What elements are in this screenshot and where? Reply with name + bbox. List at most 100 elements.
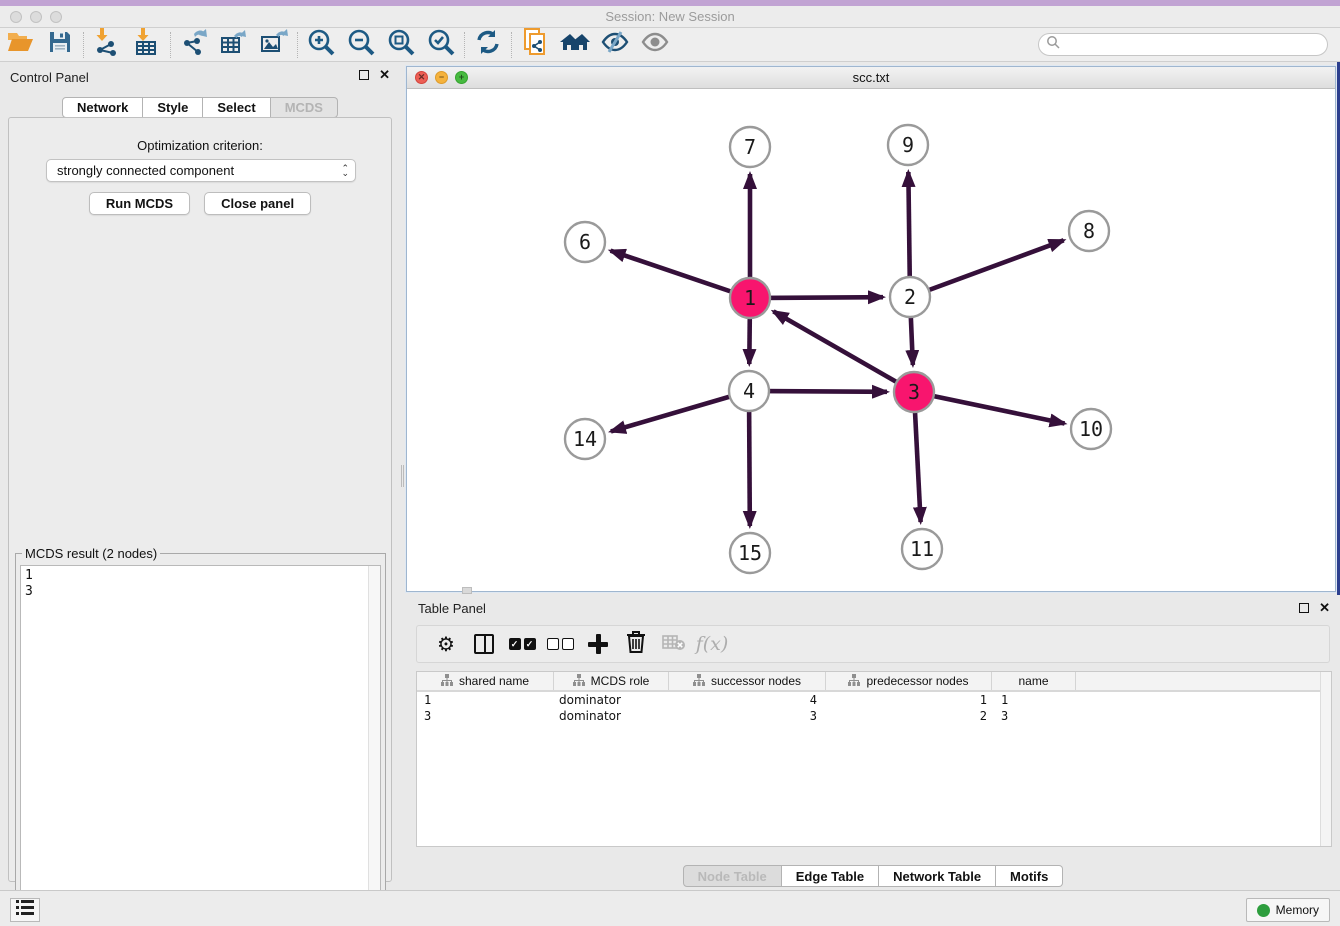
table-cell: 1 <box>417 692 554 708</box>
table-panel: Table Panel ✕ ⚙ ✓✓ f(x) shared nameMCDS … <box>406 595 1340 890</box>
plus-icon <box>588 634 608 654</box>
svg-text:11: 11 <box>910 537 934 561</box>
network-canvas[interactable]: 7 9 6 8 1 2 4 3 14 10 15 11 <box>407 89 1335 591</box>
zoom-selected-button[interactable] <box>421 30 461 60</box>
mcds-result-text: 1 3 <box>21 566 380 602</box>
column-header-name[interactable]: name <box>992 672 1076 690</box>
float-panel-icon[interactable] <box>359 70 369 80</box>
mcds-panel: Optimization criterion: strongly connect… <box>8 117 392 882</box>
task-history-button[interactable] <box>10 898 40 922</box>
import-network-button[interactable] <box>87 30 127 60</box>
edge-1-6[interactable] <box>611 251 750 298</box>
svg-text:15: 15 <box>738 541 762 565</box>
table-cell: 3 <box>992 708 1076 724</box>
result-scrollbar[interactable] <box>368 566 380 920</box>
hide-details-icon <box>601 30 629 59</box>
tab-network-table[interactable]: Network Table <box>879 865 996 887</box>
export-image-button[interactable] <box>254 30 294 60</box>
tab-node-table[interactable]: Node Table <box>683 865 782 887</box>
close-table-panel-icon[interactable]: ✕ <box>1319 603 1330 613</box>
tab-style[interactable]: Style <box>143 97 203 118</box>
tab-motifs[interactable]: Motifs <box>996 865 1063 887</box>
column-layout-button[interactable] <box>465 629 503 659</box>
node-1[interactable]: 1 <box>730 278 770 318</box>
home-icon <box>560 30 590 59</box>
table-row[interactable]: 1dominator411 <box>417 692 1331 708</box>
tab-network[interactable]: Network <box>62 97 143 118</box>
node-table[interactable]: shared name MCDS role successor nodesprede… <box>416 671 1332 847</box>
node-6[interactable]: 6 <box>565 222 605 262</box>
memory-button[interactable]: Memory <box>1246 898 1330 922</box>
refresh-button[interactable] <box>468 30 508 60</box>
node-4[interactable]: 4 <box>729 371 769 411</box>
show-details-button[interactable] <box>635 30 675 60</box>
network-window-titlebar[interactable]: ✕ − + scc.txt <box>407 67 1335 89</box>
table-toolbar: ⚙ ✓✓ f(x) <box>416 625 1330 663</box>
node-8[interactable]: 8 <box>1069 211 1109 251</box>
save-session-button[interactable] <box>40 30 80 60</box>
node-9[interactable]: 9 <box>888 125 928 165</box>
export-image-icon <box>260 28 288 61</box>
import-table-button[interactable] <box>127 30 167 60</box>
search-input[interactable] <box>1060 36 1327 54</box>
node-3[interactable]: 3 <box>894 372 934 412</box>
save-session-icon <box>48 30 72 59</box>
node-10[interactable]: 10 <box>1071 409 1111 449</box>
edge-3-1[interactable] <box>773 311 914 392</box>
export-table-button[interactable] <box>214 30 254 60</box>
delete-table-icon <box>662 633 686 656</box>
mcds-result-box[interactable]: 1 3 <box>20 565 381 921</box>
mcds-result-title: MCDS result (2 nodes) <box>22 546 160 561</box>
column-label: MCDS role <box>591 674 650 688</box>
function-builder-button[interactable]: f(x) <box>693 629 731 659</box>
table-tabs: Node TableEdge TableNetwork TableMotifs <box>406 865 1340 887</box>
node-14[interactable]: 14 <box>565 419 605 459</box>
table-cell: 3 <box>417 708 554 724</box>
edge-4-14[interactable] <box>611 391 749 431</box>
column-label: name <box>1018 674 1048 688</box>
table-scrollbar[interactable] <box>1320 672 1331 846</box>
node-11[interactable]: 11 <box>902 529 942 569</box>
column-header-predecessor-nodes[interactable]: predecessor nodes <box>826 672 992 690</box>
select-all-columns-button[interactable]: ✓✓ <box>503 629 541 659</box>
unselect-all-columns-button[interactable] <box>541 629 579 659</box>
network-graph: 7 9 6 8 1 2 4 3 14 10 15 11 <box>407 89 1335 591</box>
tab-edge-table[interactable]: Edge Table <box>782 865 879 887</box>
column-header-shared-name[interactable]: shared name <box>417 672 554 690</box>
export-network-button[interactable] <box>174 30 214 60</box>
open-session-button[interactable] <box>0 30 40 60</box>
zoom-fit-button[interactable] <box>381 30 421 60</box>
status-bar: Memory <box>0 890 1340 926</box>
list-icon <box>16 900 34 920</box>
add-column-button[interactable] <box>579 629 617 659</box>
hide-details-button[interactable] <box>595 30 635 60</box>
gear-icon: ⚙ <box>437 632 455 657</box>
zoom-out-button[interactable] <box>341 30 381 60</box>
table-cell: 4 <box>669 692 826 708</box>
hierarchy-icon <box>573 674 585 689</box>
float-table-panel-icon[interactable] <box>1299 603 1309 613</box>
node-2[interactable]: 2 <box>890 277 930 317</box>
node-15[interactable]: 15 <box>730 533 770 573</box>
column-header-MCDS-role[interactable]: MCDS role <box>554 672 669 690</box>
network-file-button[interactable] <box>515 30 555 60</box>
close-panel-icon[interactable]: ✕ <box>379 70 390 80</box>
optimization-criterion-select[interactable]: strongly connected component ⌃⌄ <box>46 159 356 182</box>
table-settings-button[interactable]: ⚙ <box>427 629 465 659</box>
table-cell: dominator <box>554 708 669 724</box>
run-mcds-button[interactable]: Run MCDS <box>89 192 190 215</box>
table-row[interactable]: 3dominator323 <box>417 708 1331 724</box>
zoom-in-button[interactable] <box>301 30 341 60</box>
search-field[interactable] <box>1038 33 1328 56</box>
delete-table-button[interactable] <box>655 629 693 659</box>
tab-select[interactable]: Select <box>203 97 270 118</box>
edge-2-8[interactable] <box>910 240 1064 297</box>
horizontal-splitter-grip[interactable] <box>462 587 472 594</box>
tab-mcds[interactable]: MCDS <box>271 97 338 118</box>
home-button[interactable] <box>555 30 595 60</box>
delete-column-button[interactable] <box>617 629 655 659</box>
close-panel-button[interactable]: Close panel <box>204 192 311 215</box>
column-header-successor-nodes[interactable]: successor nodes <box>669 672 826 690</box>
edge-3-10[interactable] <box>914 392 1065 423</box>
node-7[interactable]: 7 <box>730 127 770 167</box>
